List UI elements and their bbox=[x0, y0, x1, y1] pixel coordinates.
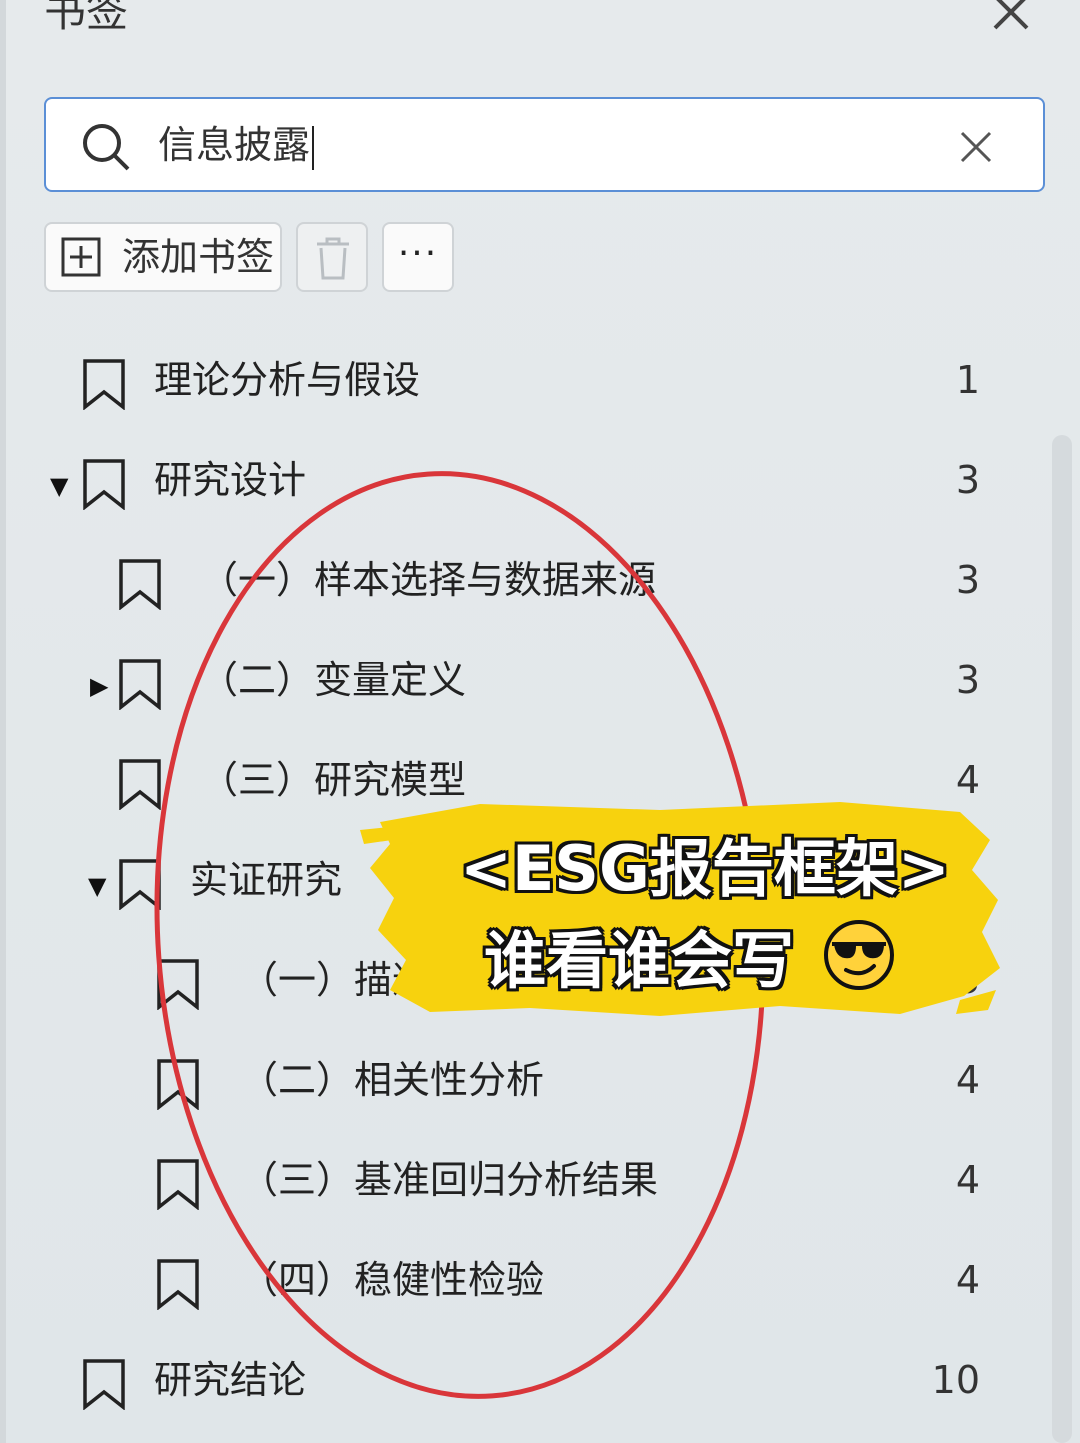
bookmark-item[interactable]: （一）样本选择与数据来源 3 bbox=[0, 540, 1040, 640]
bookmark-item[interactable]: （二）相关性分析 4 bbox=[0, 1040, 1040, 1140]
close-icon[interactable] bbox=[985, 0, 1035, 40]
bookmark-page: 4 bbox=[955, 1158, 980, 1202]
bookmark-icon bbox=[83, 459, 125, 510]
bookmark-label: 研究设计 bbox=[154, 458, 307, 502]
search-field[interactable]: 信息披露 bbox=[44, 97, 1045, 192]
bookmark-icon bbox=[119, 559, 161, 610]
add-bookmark-icon bbox=[61, 237, 101, 277]
clear-icon[interactable] bbox=[956, 127, 996, 167]
more-options-button[interactable]: ··· bbox=[382, 222, 454, 292]
bookmark-icon bbox=[119, 759, 161, 810]
search-input[interactable]: 信息披露 bbox=[158, 119, 315, 171]
bookmark-page: 3 bbox=[955, 558, 980, 602]
add-bookmark-label: 添加书签 bbox=[122, 235, 275, 279]
bookmark-label: 研究结论 bbox=[154, 1358, 307, 1402]
bookmark-icon bbox=[157, 959, 199, 1010]
bookmark-item[interactable]: （三）基准回归分析结果 4 bbox=[0, 1140, 1040, 1240]
panel-title: 书签 bbox=[44, 0, 129, 36]
bookmark-page: 1 bbox=[955, 358, 980, 402]
collapse-arrow-icon[interactable]: ▼ bbox=[88, 872, 106, 900]
bookmark-panel: 书签 信息披露 添加书签 ··· 理论分析与假设 1 ▼ 研究设计 3 （一）样… bbox=[0, 0, 1080, 1443]
search-icon bbox=[83, 124, 130, 171]
more-icon: ··· bbox=[397, 233, 439, 274]
caption-overlay: <ESG报告框架> 谁看谁会写 bbox=[360, 800, 1000, 1020]
caption-subtitle: 谁看谁会写 bbox=[484, 924, 795, 997]
collapse-arrow-icon[interactable]: ▼ bbox=[50, 472, 68, 500]
bookmark-icon bbox=[119, 859, 161, 910]
bookmark-icon bbox=[157, 1059, 199, 1110]
bookmark-label: （三）基准回归分析结果 bbox=[240, 1158, 659, 1202]
bookmark-page: 3 bbox=[955, 458, 980, 502]
bookmark-item[interactable]: ▶ （二）变量定义 3 bbox=[0, 640, 1040, 740]
delete-bookmark-button[interactable] bbox=[296, 222, 368, 292]
add-bookmark-button[interactable]: 添加书签 bbox=[44, 222, 282, 292]
bookmark-label: （四）稳健性检验 bbox=[240, 1258, 545, 1302]
bookmark-label: （二）相关性分析 bbox=[240, 1058, 545, 1102]
caption-title: <ESG报告框架> bbox=[460, 832, 950, 905]
bookmark-icon bbox=[157, 1259, 199, 1310]
bookmark-item[interactable]: ▼ 研究设计 3 bbox=[0, 440, 1040, 540]
bookmark-page: 4 bbox=[955, 1058, 980, 1102]
trash-icon bbox=[317, 237, 349, 280]
bookmark-page: 4 bbox=[955, 1258, 980, 1302]
bookmark-page: 3 bbox=[955, 658, 980, 702]
bookmark-icon bbox=[83, 359, 125, 410]
bookmark-page: 10 bbox=[931, 1358, 980, 1402]
scrollbar[interactable] bbox=[1052, 435, 1072, 1443]
bookmark-label: 理论分析与假设 bbox=[154, 358, 421, 402]
bookmark-label: 实证研究 bbox=[190, 858, 343, 902]
bookmark-item[interactable]: 理论分析与假设 1 bbox=[0, 340, 1040, 440]
bookmark-item[interactable]: （四）稳健性检验 4 bbox=[0, 1240, 1040, 1340]
sunglasses-emoji-icon bbox=[824, 920, 894, 990]
bookmark-label: （二）变量定义 bbox=[200, 658, 467, 702]
bookmark-icon bbox=[83, 1359, 125, 1410]
bookmark-item[interactable]: 研究结论 10 bbox=[0, 1340, 1040, 1440]
bookmark-label: （一）样本选择与数据来源 bbox=[200, 558, 657, 602]
expand-arrow-icon[interactable]: ▶ bbox=[90, 672, 108, 700]
bookmark-icon bbox=[119, 659, 161, 710]
bookmark-icon bbox=[157, 1159, 199, 1210]
